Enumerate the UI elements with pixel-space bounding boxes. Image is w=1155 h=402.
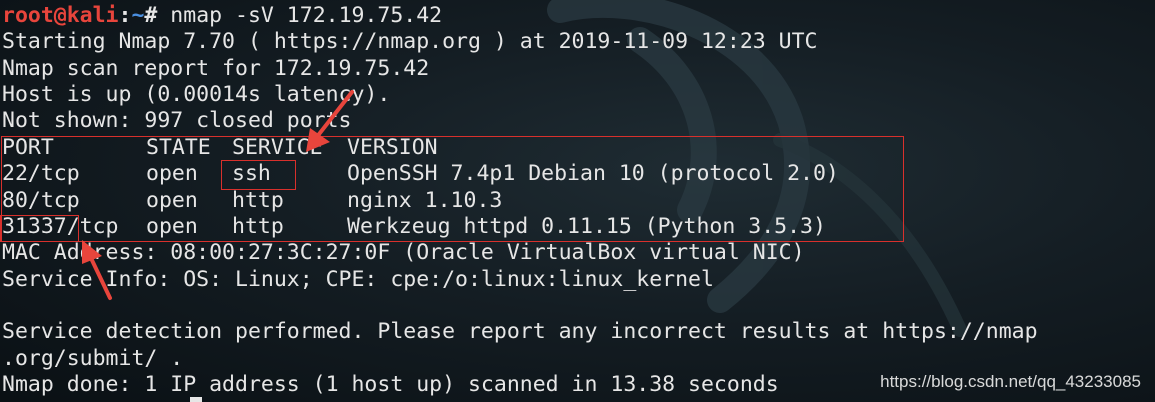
service-cell: http <box>232 214 284 239</box>
service-cell: http <box>232 188 284 213</box>
output-detection-line-2: .org/submit/ . <box>2 346 184 371</box>
state-cell: open <box>146 214 198 239</box>
header-state: STATE <box>146 135 211 160</box>
prompt-user-host: root@kali <box>2 3 119 28</box>
version-cell: nginx 1.10.3 <box>347 188 503 213</box>
port-cell: 31337/tcp <box>2 214 119 239</box>
text-cursor <box>190 397 202 402</box>
output-not-shown: Not shown: 997 closed ports <box>2 108 352 133</box>
output-report: Nmap scan report for 172.19.75.42 <box>2 56 430 81</box>
header-version: VERSION <box>347 135 438 160</box>
state-cell: open <box>146 161 198 186</box>
table-row: 80/tcp open http nginx 1.10.3 <box>2 188 1102 214</box>
table-header-row: PORT STATE SERVICE VERSION <box>2 135 1102 161</box>
header-service: SERVICE <box>232 135 323 160</box>
version-cell: OpenSSH 7.4p1 Debian 10 (protocol 2.0) <box>347 161 839 186</box>
table-row: 31337/tcp open http Werkzeug httpd 0.11.… <box>2 214 1102 240</box>
header-port: PORT <box>2 135 54 160</box>
version-cell: Werkzeug httpd 0.11.15 (Python 3.5.3) <box>347 214 826 239</box>
command-line: root@kali:~# nmap -sV 172.19.75.42 <box>2 3 442 29</box>
port-cell: 22/tcp <box>2 161 80 186</box>
terminal-window[interactable]: root@kali:~# nmap -sV 172.19.75.42 Start… <box>0 0 1155 402</box>
blog-watermark: https://blog.csdn.net/qq_43233085 <box>880 372 1141 391</box>
command-text: nmap -sV 172.19.75.42 <box>157 3 443 28</box>
output-done: Nmap done: 1 IP address (1 host up) scan… <box>2 372 779 397</box>
output-mac: MAC Address: 08:00:27:3C:27:0F (Oracle V… <box>2 240 805 265</box>
output-service-info: Service Info: OS: Linux; CPE: cpe:/o:lin… <box>2 267 714 292</box>
prompt-path: ~ <box>131 3 145 28</box>
output-host-up: Host is up (0.00014s latency). <box>2 82 391 107</box>
state-cell: open <box>146 188 198 213</box>
output-detection-line-1: Service detection performed. Please repo… <box>2 319 1038 344</box>
prompt-separator: : <box>118 3 132 28</box>
output-starting: Starting Nmap 7.70 ( https://nmap.org ) … <box>2 29 818 54</box>
prompt-symbol: # <box>144 3 158 28</box>
table-row: 22/tcp open ssh OpenSSH 7.4p1 Debian 10 … <box>2 161 1102 187</box>
port-cell: 80/tcp <box>2 188 80 213</box>
service-cell: ssh <box>232 161 271 186</box>
